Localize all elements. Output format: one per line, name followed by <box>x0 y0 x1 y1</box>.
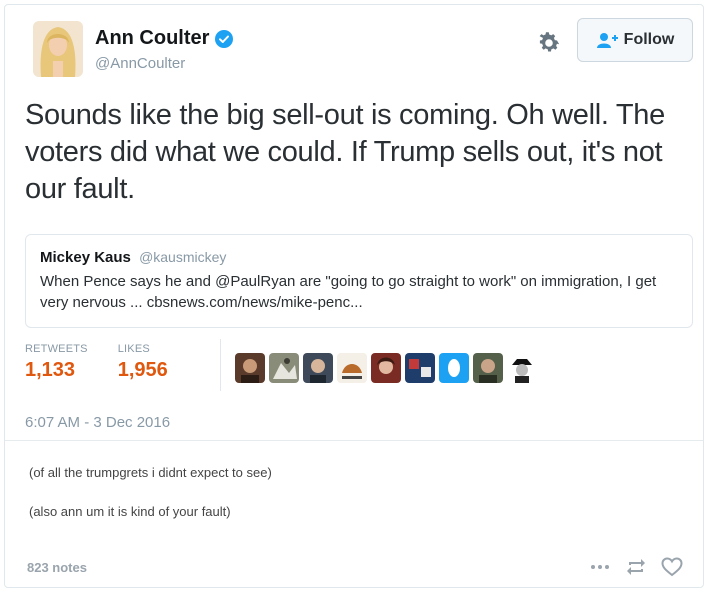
author-name-text: Ann Coulter <box>95 27 210 49</box>
post-actions <box>589 557 683 577</box>
more-icon[interactable] <box>589 557 611 577</box>
post-divider <box>5 440 703 441</box>
likes-stat[interactable]: LIKES 1,956 <box>118 343 168 399</box>
retweets-stat[interactable]: RETWEETS 1,133 <box>25 343 88 399</box>
liker-avatar[interactable] <box>235 353 265 383</box>
author-avatar[interactable] <box>33 21 83 77</box>
author-name[interactable]: Ann Coulter <box>95 27 234 50</box>
reblog-icon[interactable] <box>625 557 647 577</box>
liker-avatar[interactable] <box>269 353 299 383</box>
add-user-icon <box>596 33 618 48</box>
tumblr-post: Ann Coulter @AnnCoulter Follow Sounds li… <box>4 4 704 588</box>
gear-icon[interactable] <box>536 30 562 56</box>
notes-count[interactable]: 823 notes <box>27 560 87 575</box>
quoted-tweet-header: Mickey Kaus @kausmickey <box>40 247 678 268</box>
likes-label: LIKES <box>117 343 150 355</box>
quoted-author-name: Mickey Kaus <box>40 249 131 266</box>
stats-divider <box>220 339 221 391</box>
verified-icon <box>215 29 234 48</box>
retweets-count: 1,133 <box>25 359 76 381</box>
tweet-text: Sounds like the big sell-out is coming. … <box>25 99 665 205</box>
quoted-tweet-text: When Pence says he and @PaulRyan are "go… <box>40 273 657 311</box>
post-caption-1: (of all the trumpgrets i didnt expect to… <box>29 465 272 480</box>
liker-avatar[interactable] <box>473 353 503 383</box>
follow-button[interactable]: Follow <box>577 18 693 62</box>
retweets-label: RETWEETS <box>25 343 88 355</box>
tweet-timestamp[interactable]: 6:07 AM - 3 Dec 2016 <box>25 414 170 431</box>
heart-icon[interactable] <box>661 557 683 577</box>
liker-avatar[interactable] <box>439 353 469 383</box>
post-caption-2: (also ann um it is kind of your fault) <box>29 504 231 519</box>
likes-count: 1,956 <box>117 359 168 381</box>
author-handle[interactable]: @AnnCoulter <box>95 55 185 72</box>
liker-avatar[interactable] <box>337 353 367 383</box>
quoted-author-handle: @kausmickey <box>139 249 227 265</box>
tweet-stats: RETWEETS 1,133 LIKES 1,956 <box>25 343 198 399</box>
liker-avatars <box>235 353 537 383</box>
quoted-tweet[interactable]: Mickey Kaus @kausmickey When Pence says … <box>25 234 693 328</box>
liker-avatar[interactable] <box>303 353 333 383</box>
follow-label: Follow <box>623 31 675 48</box>
liker-avatar[interactable] <box>371 353 401 383</box>
liker-avatar[interactable] <box>507 353 537 383</box>
liker-avatar[interactable] <box>405 353 435 383</box>
